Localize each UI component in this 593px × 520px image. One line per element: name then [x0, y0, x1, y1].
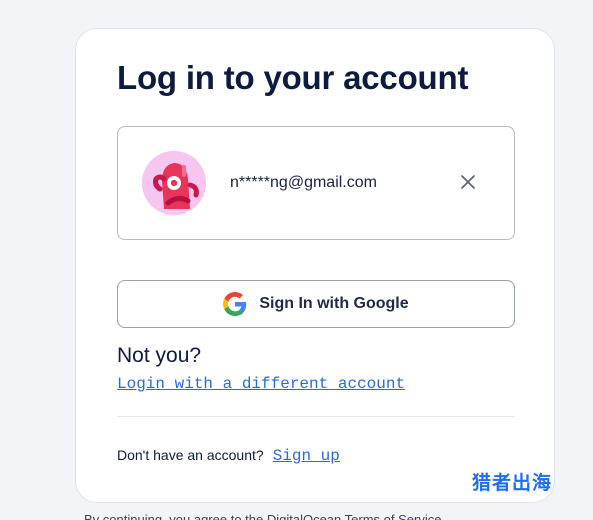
close-icon: [461, 175, 475, 189]
page-title: Log in to your account: [117, 59, 469, 96]
login-card: Log in to your account n*****ng@gmail.co…: [75, 28, 555, 503]
footer-text: By continuing, you agree to the DigitalO…: [84, 512, 342, 520]
signup-link[interactable]: Sign up: [273, 447, 340, 465]
remove-account-button[interactable]: [456, 170, 480, 194]
remembered-account[interactable]: n*****ng@gmail.com: [117, 126, 515, 240]
avatar: [142, 151, 206, 215]
divider: [117, 416, 515, 417]
sign-in-with-google-button[interactable]: Sign In with Google: [117, 280, 515, 328]
not-you-heading: Not you?: [117, 344, 202, 367]
terms-link[interactable]: Terms of Service: [345, 512, 442, 520]
account-email: n*****ng@gmail.com: [230, 174, 377, 191]
google-icon: [223, 292, 247, 316]
signup-row: Don't have an account? Sign up: [117, 447, 340, 465]
google-button-label: Sign In with Google: [259, 295, 409, 312]
footer-terms: By continuing, you agree to the DigitalO…: [84, 512, 441, 520]
login-different-account-link[interactable]: Login with a different account: [117, 375, 405, 393]
signup-prompt: Don't have an account?: [117, 447, 264, 463]
watermark: 猎者出海: [472, 472, 553, 494]
